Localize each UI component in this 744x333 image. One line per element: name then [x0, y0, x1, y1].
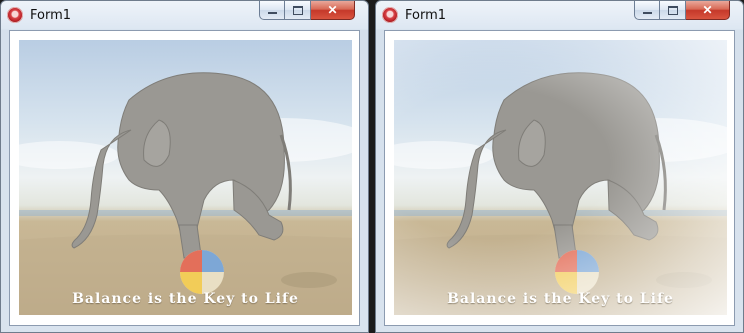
- maximize-button[interactable]: [660, 1, 686, 20]
- elephant-illustration: [394, 72, 727, 315]
- app-icon[interactable]: [382, 7, 398, 23]
- form1-window-right: Form1 ✕ Balance is the Key to Life: [375, 0, 744, 333]
- client-area: Balance is the Key to Life: [384, 30, 735, 326]
- close-icon: ✕: [702, 3, 713, 17]
- photo-caption: Balance is the Key to Life: [447, 291, 674, 307]
- maximize-icon: [667, 5, 678, 15]
- close-button[interactable]: ✕: [311, 1, 355, 20]
- elephant-illustration: [19, 72, 352, 315]
- app-icon[interactable]: [7, 7, 23, 23]
- photo-caption: Balance is the Key to Life: [72, 291, 299, 307]
- close-button[interactable]: ✕: [686, 1, 730, 20]
- close-icon: ✕: [327, 3, 338, 17]
- minimize-button[interactable]: [634, 1, 660, 20]
- client-area: Balance is the Key to Life: [9, 30, 360, 326]
- maximize-button[interactable]: [285, 1, 311, 20]
- window-title: Form1: [405, 8, 447, 23]
- elephant-picture-faded: Balance is the Key to Life: [394, 40, 727, 315]
- minimize-button[interactable]: [259, 1, 285, 20]
- maximize-icon: [292, 5, 303, 15]
- elephant-picture: Balance is the Key to Life: [19, 40, 352, 315]
- form1-window-left: Form1 ✕ Balance is the Key to Life: [0, 0, 369, 333]
- window-title: Form1: [30, 8, 72, 23]
- minimize-icon: [267, 12, 277, 14]
- minimize-icon: [642, 12, 652, 14]
